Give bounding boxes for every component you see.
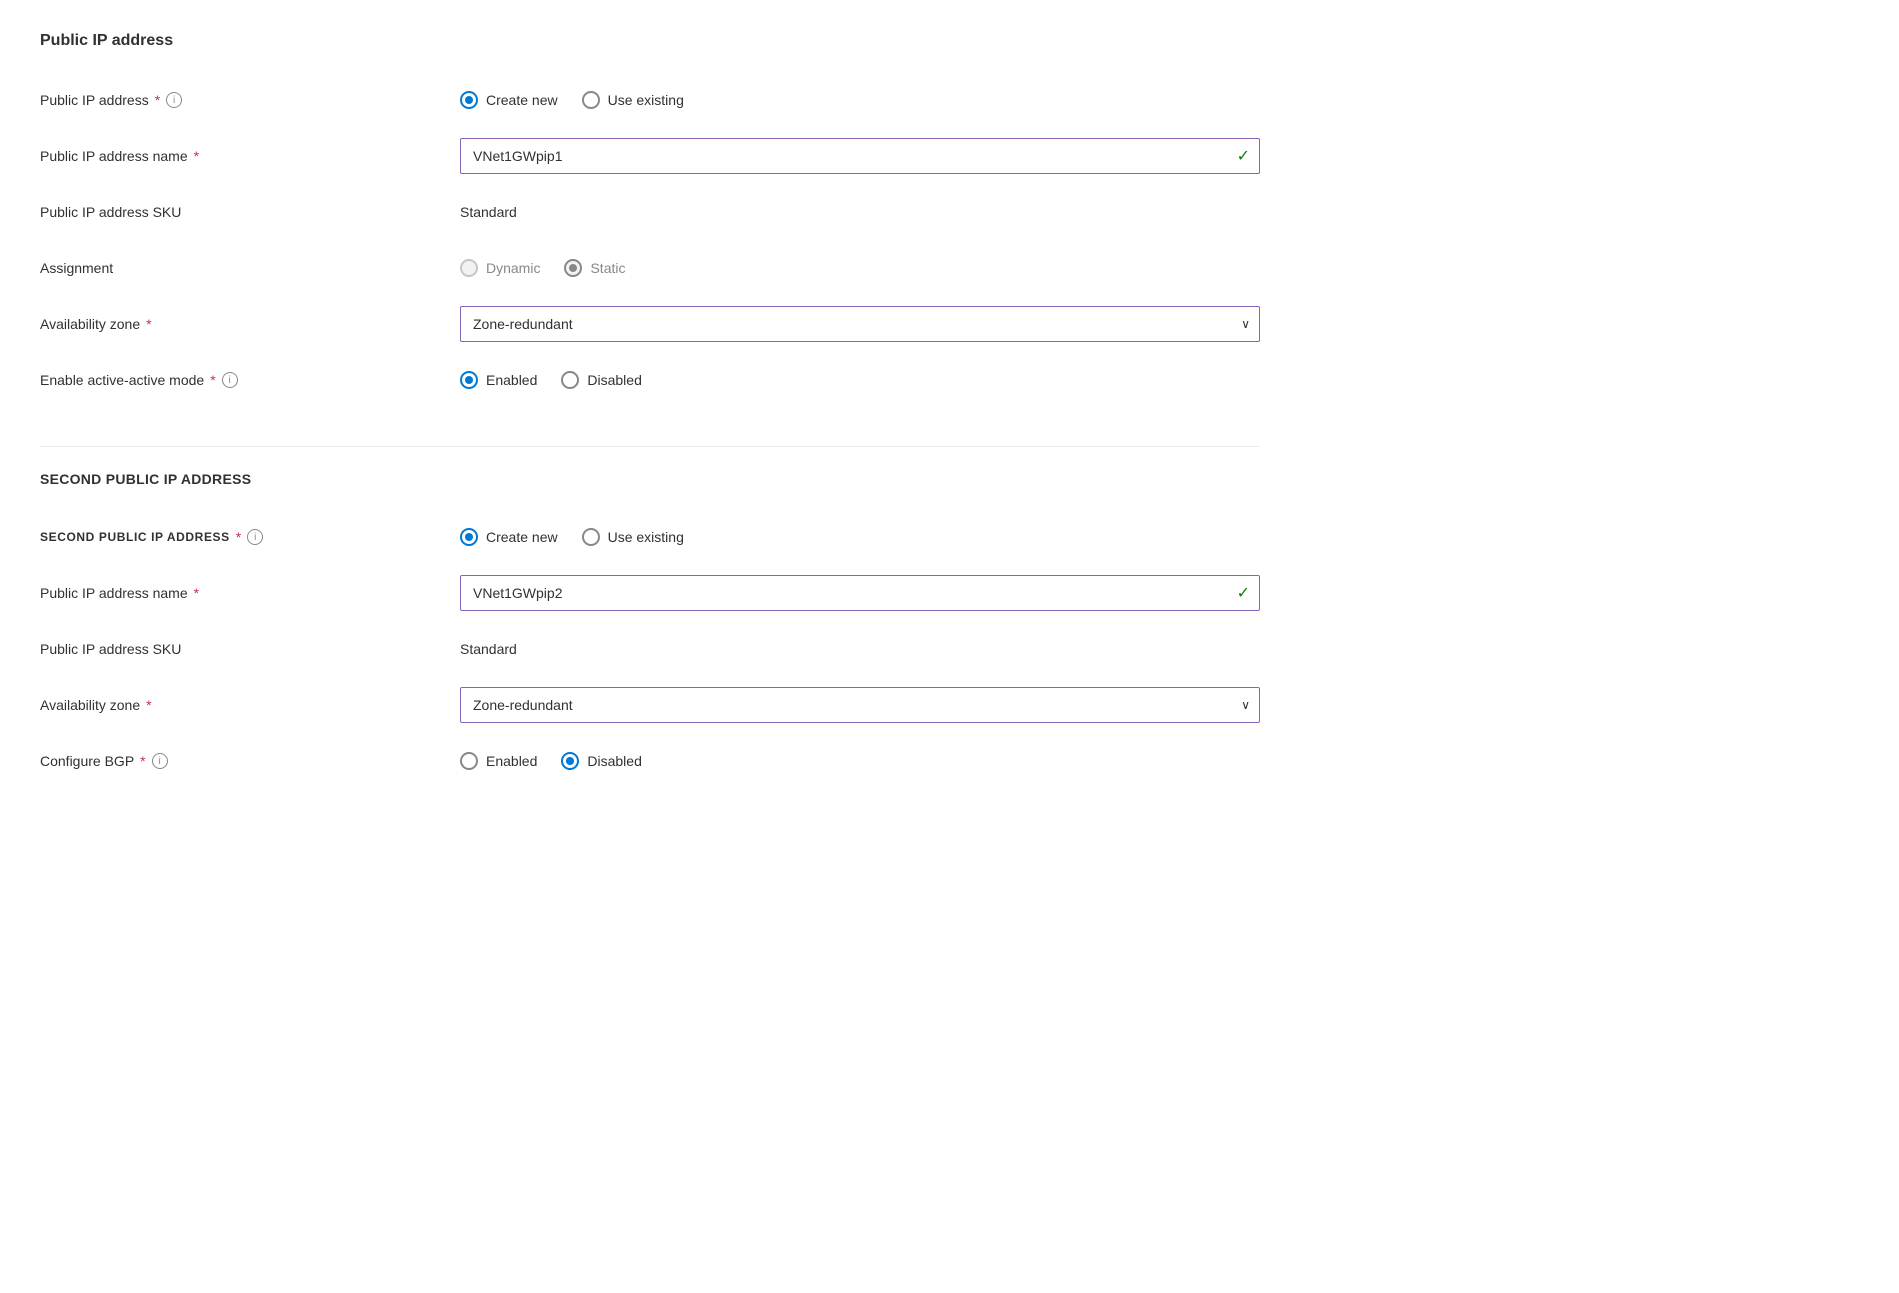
active-active-mode-label: Enable active-active mode * i — [40, 372, 460, 388]
create-new-label-2: Create new — [486, 529, 558, 545]
assignment-row: Assignment Dynamic Static — [40, 242, 1260, 294]
create-new-radio-2[interactable] — [460, 528, 478, 546]
first-section-title: Public IP address — [40, 32, 1260, 50]
configure-bgp-control: Enabled Disabled — [460, 752, 1260, 770]
active-active-enabled-label: Enabled — [486, 372, 537, 388]
dynamic-label: Dynamic — [486, 260, 540, 276]
configure-bgp-label: Configure BGP * i — [40, 753, 460, 769]
availability-zone-select-1[interactable]: Zone-redundant 1 2 3 No Zone — [460, 306, 1260, 342]
dynamic-option[interactable]: Dynamic — [460, 259, 540, 277]
public-ip-name-wrapper-1: ✓ — [460, 138, 1260, 174]
public-ip-sku-label-1: Public IP address SKU — [40, 204, 460, 220]
active-active-enabled-option[interactable]: Enabled — [460, 371, 537, 389]
use-existing-radio-2[interactable] — [582, 528, 600, 546]
static-label: Static — [590, 260, 625, 276]
bgp-enabled-radio[interactable] — [460, 752, 478, 770]
availability-zone-dropdown-1: Zone-redundant 1 2 3 No Zone ∨ — [460, 306, 1260, 342]
public-ip-radio-group: Create new Use existing — [460, 91, 684, 109]
required-indicator: * — [155, 92, 160, 108]
second-public-ip-section: SECOND PUBLIC IP ADDRESS SECOND PUBLIC I… — [40, 471, 1260, 787]
availability-zone-control-2: Zone-redundant 1 2 3 No Zone ∨ — [460, 687, 1260, 723]
required-indicator: * — [140, 753, 145, 769]
create-new-option-1[interactable]: Create new — [460, 91, 558, 109]
active-active-enabled-radio[interactable] — [460, 371, 478, 389]
configure-bgp-info-icon[interactable]: i — [152, 753, 168, 769]
public-ip-sku-row-2: Public IP address SKU Standard — [40, 623, 1260, 675]
first-public-ip-section: Public IP address Public IP address * i … — [40, 32, 1260, 406]
bgp-disabled-label: Disabled — [587, 753, 641, 769]
public-ip-sku-value-1: Standard — [460, 204, 517, 220]
active-active-radio-group: Enabled Disabled — [460, 371, 642, 389]
second-section-title: SECOND PUBLIC IP ADDRESS — [40, 471, 1260, 487]
create-new-label-1: Create new — [486, 92, 558, 108]
bgp-enabled-option[interactable]: Enabled — [460, 752, 537, 770]
use-existing-label-2: Use existing — [608, 529, 684, 545]
public-ip-name-control-2: ✓ — [460, 575, 1260, 611]
public-ip-name-input-1[interactable] — [460, 138, 1260, 174]
active-active-info-icon[interactable]: i — [222, 372, 238, 388]
public-ip-address-label: Public IP address * i — [40, 92, 460, 108]
assignment-label: Assignment — [40, 260, 460, 276]
availability-zone-dropdown-2: Zone-redundant 1 2 3 No Zone ∨ — [460, 687, 1260, 723]
required-indicator: * — [146, 697, 151, 713]
public-ip-sku-control-1: Standard — [460, 204, 1260, 220]
assignment-radio-group: Dynamic Static — [460, 259, 625, 277]
use-existing-option-2[interactable]: Use existing — [582, 528, 684, 546]
active-active-disabled-radio[interactable] — [561, 371, 579, 389]
public-ip-name-label-1: Public IP address name * — [40, 148, 460, 164]
second-public-ip-info-icon[interactable]: i — [247, 529, 263, 545]
availability-zone-control-1: Zone-redundant 1 2 3 No Zone ∨ — [460, 306, 1260, 342]
public-ip-name-row-1: Public IP address name * ✓ — [40, 130, 1260, 182]
second-public-ip-address-label: SECOND PUBLIC IP ADDRESS * i — [40, 529, 460, 545]
active-active-mode-control: Enabled Disabled — [460, 371, 1260, 389]
required-indicator: * — [146, 316, 151, 332]
public-ip-sku-label-2: Public IP address SKU — [40, 641, 460, 657]
public-ip-address-row: Public IP address * i Create new Use exi… — [40, 74, 1260, 126]
required-indicator: * — [194, 585, 199, 601]
public-ip-name-check-2: ✓ — [1237, 583, 1250, 603]
availability-zone-row-1: Availability zone * Zone-redundant 1 2 3… — [40, 298, 1260, 350]
use-existing-option-1[interactable]: Use existing — [582, 91, 684, 109]
public-ip-info-icon[interactable]: i — [166, 92, 182, 108]
required-indicator: * — [210, 372, 215, 388]
public-ip-name-control-1: ✓ — [460, 138, 1260, 174]
create-new-radio-1[interactable] — [460, 91, 478, 109]
required-indicator: * — [194, 148, 199, 164]
bgp-enabled-label: Enabled — [486, 753, 537, 769]
public-ip-name-label-2: Public IP address name * — [40, 585, 460, 601]
bgp-disabled-radio[interactable] — [561, 752, 579, 770]
second-public-ip-address-row: SECOND PUBLIC IP ADDRESS * i Create new … — [40, 511, 1260, 563]
active-active-mode-row: Enable active-active mode * i Enabled Di… — [40, 354, 1260, 406]
use-existing-label-1: Use existing — [608, 92, 684, 108]
availability-zone-label-1: Availability zone * — [40, 316, 460, 332]
public-ip-name-wrapper-2: ✓ — [460, 575, 1260, 611]
configure-bgp-row: Configure BGP * i Enabled Disabled — [40, 735, 1260, 787]
public-ip-name-row-2: Public IP address name * ✓ — [40, 567, 1260, 619]
static-option[interactable]: Static — [564, 259, 625, 277]
availability-zone-label-2: Availability zone * — [40, 697, 460, 713]
static-radio[interactable] — [564, 259, 582, 277]
public-ip-name-input-2[interactable] — [460, 575, 1260, 611]
second-public-ip-address-control: Create new Use existing — [460, 528, 1260, 546]
availability-zone-select-2[interactable]: Zone-redundant 1 2 3 No Zone — [460, 687, 1260, 723]
active-active-disabled-label: Disabled — [587, 372, 641, 388]
public-ip-sku-control-2: Standard — [460, 641, 1260, 657]
public-ip-sku-value-2: Standard — [460, 641, 517, 657]
public-ip-name-check-1: ✓ — [1237, 146, 1250, 166]
availability-zone-row-2: Availability zone * Zone-redundant 1 2 3… — [40, 679, 1260, 731]
second-public-ip-radio-group: Create new Use existing — [460, 528, 684, 546]
public-ip-sku-row-1: Public IP address SKU Standard — [40, 186, 1260, 238]
required-indicator: * — [236, 529, 241, 545]
public-ip-address-control: Create new Use existing — [460, 91, 1260, 109]
active-active-disabled-option[interactable]: Disabled — [561, 371, 641, 389]
dynamic-radio[interactable] — [460, 259, 478, 277]
configure-bgp-radio-group: Enabled Disabled — [460, 752, 642, 770]
assignment-control: Dynamic Static — [460, 259, 1260, 277]
use-existing-radio-1[interactable] — [582, 91, 600, 109]
create-new-option-2[interactable]: Create new — [460, 528, 558, 546]
bgp-disabled-option[interactable]: Disabled — [561, 752, 641, 770]
section-divider — [40, 446, 1260, 447]
